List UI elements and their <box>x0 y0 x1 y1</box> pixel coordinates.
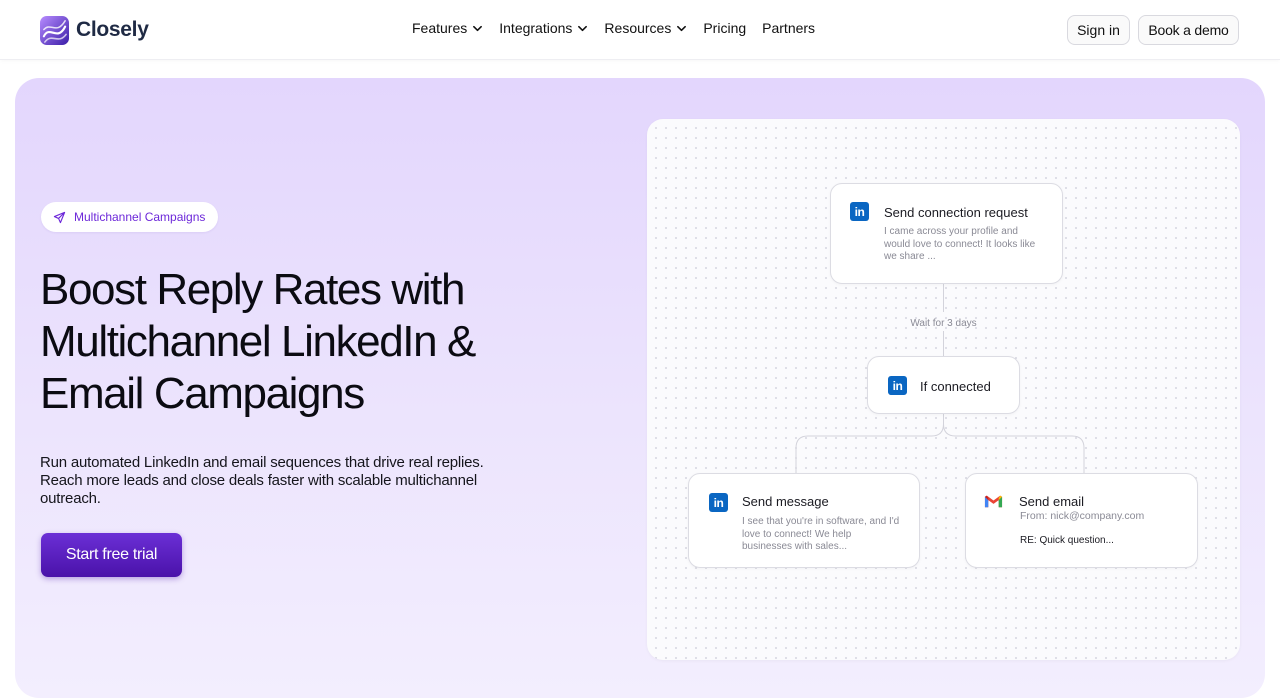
menu-item-partners[interactable]: Partners <box>762 20 815 36</box>
chevron-down-icon <box>473 25 483 31</box>
top-navigation: Closely Features Integrations Resources … <box>0 0 1280 60</box>
chevron-down-icon <box>578 25 588 31</box>
wait-delay-label: Wait for 3 days <box>910 318 977 329</box>
hero-subtext: Run automated LinkedIn and email sequenc… <box>40 454 484 507</box>
linkedin-icon: in <box>888 376 907 395</box>
menu-item-pricing[interactable]: Pricing <box>703 20 746 36</box>
menu-item-resources[interactable]: Resources <box>604 20 687 36</box>
linkedin-icon: in <box>850 202 869 221</box>
step-title: Send connection request <box>884 205 1028 220</box>
menu-item-label: Pricing <box>703 20 747 36</box>
send-message-step[interactable]: in Send message I see that you're in sof… <box>688 473 920 568</box>
if-connected-condition[interactable]: in If connected <box>867 356 1020 414</box>
step-title: Send email <box>1019 494 1085 509</box>
linkedin-icon: in <box>709 493 728 512</box>
brand-logo[interactable]: Closely <box>40 14 149 46</box>
send-icon <box>53 211 66 223</box>
step-message-preview: I came across your profile and would lov… <box>884 226 1036 262</box>
sign-in-button[interactable]: Sign in <box>1067 15 1130 45</box>
gmail-icon <box>984 495 1003 508</box>
brand-name: Closely <box>76 18 149 41</box>
email-subject: RE: Quick question... <box>1020 535 1114 546</box>
book-demo-button[interactable]: Book a demo <box>1138 15 1239 45</box>
step-title: Send message <box>742 494 829 509</box>
menu-item-features[interactable]: Features <box>412 20 483 36</box>
connection-request-step[interactable]: in Send connection request I came across… <box>830 183 1063 284</box>
menu-item-integrations[interactable]: Integrations <box>499 20 588 36</box>
condition-title: If connected <box>920 379 991 394</box>
email-from: From: nick@company.com <box>1020 510 1145 522</box>
badge-label: Multichannel Campaigns <box>74 210 206 224</box>
step-message-preview: I see that you're in software, and I'd l… <box>742 516 900 552</box>
menu-item-label: Integrations <box>499 20 573 36</box>
closely-logo-icon <box>40 15 69 45</box>
hero-section: Multichannel Campaigns Boost Reply Rates… <box>15 78 1265 698</box>
category-badge: Multichannel Campaigns <box>41 202 219 232</box>
main-menu: Features Integrations Resources Pricing … <box>412 20 815 36</box>
start-free-trial-button[interactable]: Start free trial <box>41 533 182 577</box>
hero-headline: Boost Reply Rates with Multichannel Link… <box>40 265 476 418</box>
campaign-flow-illustration: in Send connection request I came across… <box>647 119 1240 660</box>
menu-item-label: Partners <box>762 20 816 36</box>
send-email-step[interactable]: Send email From: nick@company.com RE: Qu… <box>965 473 1198 568</box>
menu-item-label: Features <box>412 20 468 36</box>
chevron-down-icon <box>677 25 687 31</box>
menu-item-label: Resources <box>604 20 672 36</box>
